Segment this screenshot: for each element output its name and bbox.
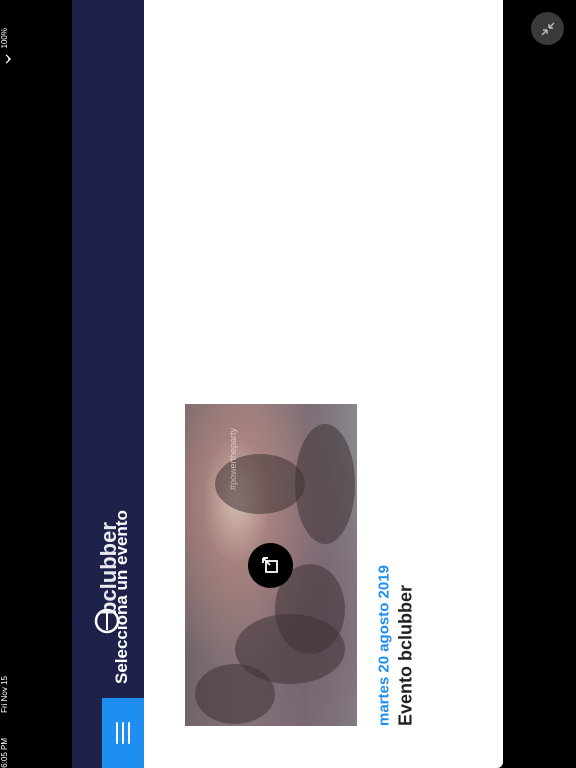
event-name[interactable]: Evento bclubber (394, 576, 418, 726)
nav-bar: Selecciona un evento (72, 0, 144, 768)
app-window: Selecciona un evento bclubber #powerthep… (72, 0, 503, 768)
wifi-icon (5, 54, 11, 64)
hamburger-icon (116, 722, 130, 744)
hashtag-text: #powertheparty (228, 427, 238, 490)
open-event-button[interactable] (248, 543, 293, 588)
battery-level: 100% (0, 28, 9, 49)
menu-button[interactable] (102, 698, 144, 768)
status-bar: 6:05 PM Fri Nov 15 100% (0, 0, 22, 768)
logo-text: bclubber (96, 522, 121, 615)
event-date: martes 20 agosto 2019 (375, 565, 393, 726)
collapse-icon (541, 22, 554, 35)
open-external-icon (261, 556, 278, 573)
status-date: Fri Nov 15 (0, 676, 9, 713)
collapse-button[interactable] (531, 12, 564, 45)
status-time: 6:05 PM (0, 738, 9, 768)
